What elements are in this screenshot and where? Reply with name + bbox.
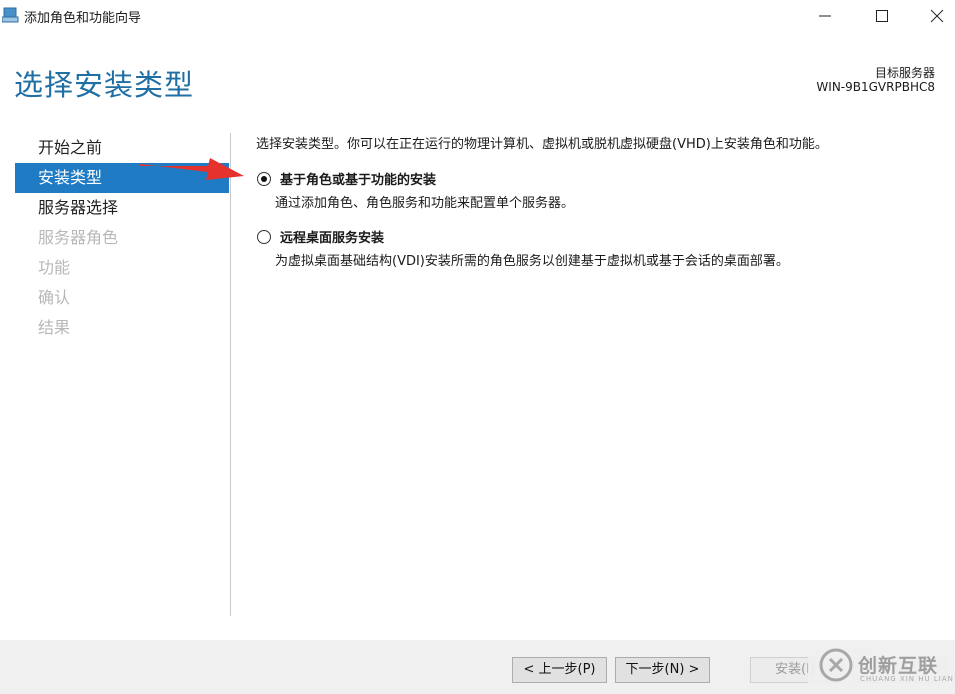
target-server-label: 目标服务器	[874, 66, 935, 80]
maximize-icon	[876, 10, 888, 22]
nav-item-server-roles: 服务器角色	[38, 228, 119, 247]
close-icon	[930, 9, 944, 23]
window-title: 添加角色和功能向导	[24, 11, 142, 26]
title-bar: 添加角色和功能向导	[0, 0, 955, 32]
option-remote-desktop-label[interactable]: 远程桌面服务安装	[280, 227, 384, 246]
nav-item-server-selection[interactable]: 服务器选择	[15, 193, 229, 223]
next-button[interactable]: 下一步(N) >	[615, 657, 710, 683]
target-server-value: WIN-9B1GVRPBHC8	[816, 80, 935, 94]
radio-remote-desktop[interactable]	[257, 230, 271, 244]
page-title: 选择安装类型	[14, 68, 195, 102]
option-role-based-description: 通过添加角色、角色服务和功能来配置单个服务器。	[275, 196, 575, 211]
minimize-icon	[819, 15, 831, 17]
nav-divider	[230, 133, 231, 616]
maximize-button[interactable]	[859, 0, 905, 32]
option-remote-desktop-description: 为虚拟桌面基础结构(VDI)安装所需的角色服务以创建基于虚拟机或基于会话的桌面部…	[275, 254, 789, 269]
radio-role-based[interactable]	[257, 172, 271, 186]
red-arrow-annotation-icon	[140, 158, 244, 180]
installation-type-description: 选择安装类型。你可以在正在运行的物理计算机、虚拟机或脱机虚拟硬盘(VHD)上安装…	[256, 137, 828, 152]
watermark-text: 创新互联	[858, 655, 939, 677]
nav-item-results: 结果	[38, 318, 71, 337]
server-manager-icon	[2, 7, 19, 23]
nav-item-confirmation: 确认	[38, 288, 71, 307]
minimize-button[interactable]	[802, 0, 848, 32]
watermark-subtext: CHUANG XIN HU LIAN	[860, 675, 954, 683]
option-role-based-label[interactable]: 基于角色或基于功能的安装	[280, 169, 436, 188]
nav-item-features: 功能	[38, 258, 71, 277]
close-button[interactable]	[914, 0, 955, 32]
watermark-logo-icon	[819, 648, 853, 682]
previous-button[interactable]: < 上一步(P)	[512, 657, 607, 683]
